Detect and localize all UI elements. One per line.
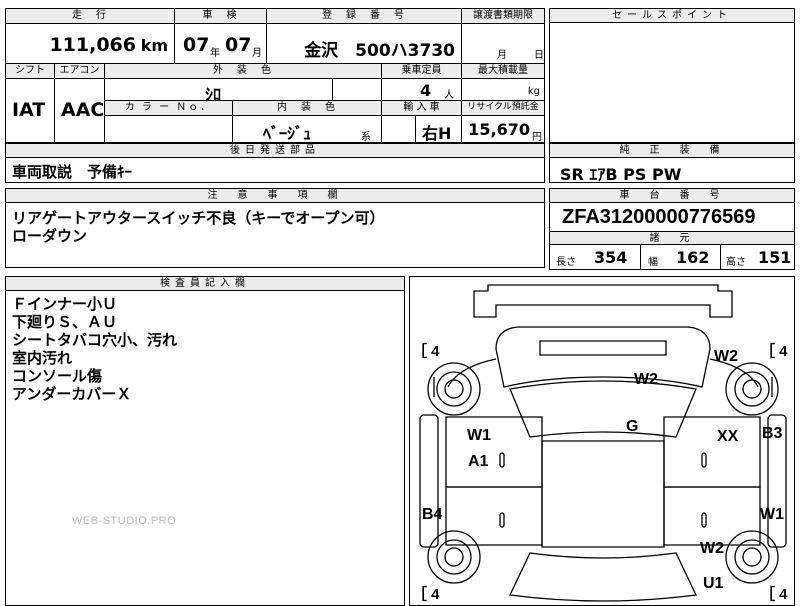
inspection-year-unit: 年 (210, 48, 220, 59)
caution-title: 注 意 事 項 欄 (6, 189, 544, 203)
mark-b3: B3 (762, 425, 783, 442)
registration-header: 登 録 番 号 (266, 9, 461, 24)
equipment-value: SR ｴｱB PS PW (560, 165, 682, 184)
mark-w2-top-right: W2 (714, 348, 738, 365)
spec-table: 走 行 車 検 登 録 番 号 譲渡書類期限 111,066 km 07 年 0… (5, 8, 545, 143)
dimensions-title: 諸 元 (550, 231, 794, 245)
shift-cell: IAT (6, 79, 54, 142)
caution-box: 注 意 事 項 欄 リアゲートアウタースイッチ不良（キーでオープン可） ローダウ… (5, 188, 545, 268)
inspection-month: 07 (225, 34, 252, 56)
damage-bracket-bottom-right: ［ 4 (760, 586, 788, 603)
inspection-header: 車 検 (174, 9, 266, 24)
aircon-value: AAC (61, 99, 105, 121)
inspector-box: 検査員記入欄 Ｆインナー小Ｕ 下廻りＳ、ＡＵ シートタバコ穴小、汚れ 室内汚れ … (5, 276, 405, 606)
length-label: 長さ (556, 257, 576, 268)
aircon-cell: AAC (54, 79, 104, 142)
mark-g: G (626, 418, 639, 435)
damage-bracket-top-right: ［ 4 (760, 343, 788, 360)
caution-line-2: ローダウン (12, 227, 88, 245)
deadline-month-unit: 月 (497, 50, 507, 61)
import-header: 輸 入 車 (381, 101, 461, 116)
width-value: 162 (676, 248, 710, 267)
sales-point-title: セールスポイント (550, 9, 794, 23)
import-cell: 右H (381, 116, 461, 143)
mileage-value: 111,066 (49, 34, 136, 56)
registration-cell: 金沢 500ハ3730 (266, 24, 461, 64)
later-parts-box: 後日発送部品 車両取説 予備ｷｰ (5, 143, 545, 183)
max-load-header: 最大積載量 (461, 64, 544, 79)
mark-a1: A1 (468, 453, 489, 470)
chassis-value: ZFA31200000776569 (562, 206, 756, 228)
interior-color-cell: ﾍﾞｰｼﾞｭ 系 (232, 116, 381, 143)
inspection-month-unit: 月 (252, 48, 262, 59)
inspection-year: 07 (183, 34, 210, 56)
exterior-color-header: 外 装 色 (104, 64, 381, 79)
max-load-cell: kg (461, 79, 544, 101)
mark-w1-left: W1 (467, 427, 491, 444)
later-parts-title: 後日発送部品 (6, 144, 544, 158)
recycle-unit: 円 (532, 132, 542, 143)
inspector-line-3: シートタバコ穴小、汚れ (12, 331, 178, 349)
later-parts-value: 車両取説 予備ｷｰ (12, 163, 133, 181)
chassis-title: 車 台 番 号 (550, 189, 794, 203)
mark-w2-roof: W2 (634, 371, 658, 388)
inspector-line-5: コンソール傷 (12, 367, 103, 385)
height-value: 151 (758, 248, 792, 267)
damage-bracket-top-left: ［ 4 (412, 343, 440, 360)
shift-header: シフト (6, 64, 54, 79)
dimensions-row: 長さ 354 幅 162 高さ 151 (550, 245, 794, 269)
mark-b4: B4 (422, 506, 443, 523)
registration-value: 金沢 500ハ3730 (304, 41, 455, 61)
car-diagram-box: ［ 4 ［ 4 ［ 4 ［ 4 W2 W2 G W1 A1 XX B3 B4 W… (409, 276, 795, 606)
mark-w1-right: W1 (760, 506, 784, 523)
inspector-line-2: 下廻りＳ、ＡＵ (12, 313, 118, 331)
aircon-header: エアコン (54, 64, 104, 79)
recycle-value: 15,670 (468, 120, 530, 139)
capacity-cell: 4 人 (381, 79, 461, 101)
capacity-unit: 人 (444, 90, 454, 101)
damage-bracket-bottom-left: ［ 4 (412, 586, 440, 603)
import-value: 右H (422, 124, 452, 143)
equipment-title: 純 正 装 備 (550, 144, 794, 158)
transfer-deadline-cell: 月 日 (461, 24, 544, 64)
recycle-cell: 15,670 円 (461, 116, 544, 143)
color-no-header: カ ラ ー Ｎｏ． (104, 101, 232, 116)
deadline-day-unit: 日 (534, 50, 544, 61)
chassis-box: 車 台 番 号 ZFA31200000776569 諸 元 長さ 354 幅 1… (549, 188, 795, 270)
width-label: 幅 (648, 257, 658, 268)
inspector-line-4: 室内汚れ (12, 349, 73, 367)
interior-color-value: ﾍﾞｰｼﾞｭ (263, 124, 312, 143)
shift-value: IAT (12, 99, 46, 121)
inspector-line-1: Ｆインナー小Ｕ (12, 295, 118, 313)
capacity-header: 乗車定員 (381, 64, 461, 79)
recycle-header: リサイクル預託金 (461, 101, 544, 116)
capacity-value: 4 (420, 81, 432, 100)
sales-point-box: セールスポイント (549, 8, 795, 143)
inspector-title: 検査員記入欄 (6, 277, 404, 291)
interior-color-header: 内 装 色 (232, 101, 381, 116)
mark-u1: U1 (703, 575, 724, 592)
mark-xx: XX (717, 428, 739, 445)
max-load-unit: kg (527, 86, 540, 97)
mileage-unit: km (140, 36, 168, 55)
mark-w2-bottom-right: W2 (700, 540, 724, 557)
inspector-line-6: アンダーカバーＸ (12, 385, 132, 403)
mileage-header: 走 行 (6, 9, 174, 24)
height-label: 高さ (726, 257, 746, 268)
watermark: WEB-STUDIO.PRO (72, 515, 177, 527)
color-no-cell (104, 116, 232, 142)
interior-color-suffix: 系 (361, 132, 371, 143)
equipment-box: 純 正 装 備 SR ｴｱB PS PW (549, 143, 795, 184)
length-value: 354 (594, 248, 628, 267)
transfer-deadline-header: 譲渡書類期限 (461, 9, 544, 24)
inspection-cell: 07 年 07 月 (174, 24, 266, 64)
mileage-cell: 111,066 km (6, 24, 174, 64)
exterior-color-cell: ｼﾛ (104, 79, 381, 104)
caution-line-1: リアゲートアウタースイッチ不良（キーでオープン可） (12, 209, 385, 227)
